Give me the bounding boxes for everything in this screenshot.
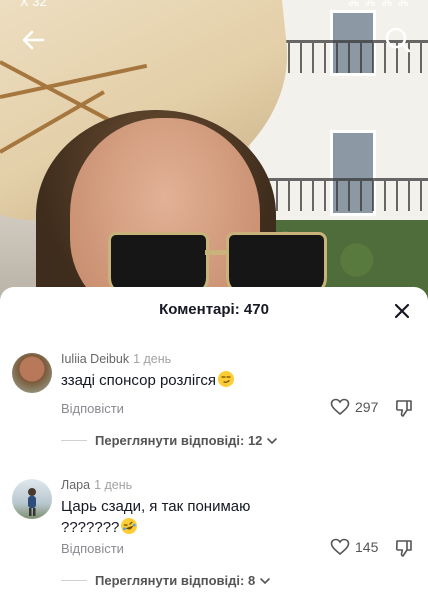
author-name: Лара	[61, 478, 91, 492]
balcony-railing	[252, 178, 428, 211]
view-replies-button[interactable]: Переглянути відповіді: 12	[61, 433, 278, 448]
dislike-button[interactable]	[394, 398, 414, 418]
author-name: Iuliia Deibuk	[61, 352, 130, 366]
video-background[interactable]	[0, 0, 428, 300]
heart-icon	[330, 398, 350, 416]
avatar[interactable]	[12, 479, 52, 519]
comments-title: Коментарі: 470	[159, 301, 269, 318]
avatar-figure	[28, 488, 36, 516]
comment-author[interactable]: Iuliia Deibuk 1 день	[61, 352, 171, 366]
divider	[61, 440, 87, 441]
comment-author[interactable]: Лара 1 день	[61, 478, 132, 492]
avatar[interactable]	[12, 353, 52, 393]
back-button[interactable]	[18, 24, 50, 56]
comment-text-line-2: ???????	[61, 515, 361, 538]
thumbs-down-icon	[395, 540, 412, 557]
view-replies-label: Переглянути відповіді: 12	[95, 433, 263, 448]
comments-sheet: Коментарі: 470 Iuliia Deibuk 1 день ззаді…	[0, 287, 428, 609]
like-button[interactable]: 297	[330, 398, 378, 416]
like-count: 145	[355, 539, 379, 555]
search-icon	[385, 27, 411, 53]
comment-date: 1 день	[133, 352, 172, 366]
thumbs-down-icon	[395, 400, 412, 417]
heart-icon	[330, 538, 350, 556]
chevron-down-icon	[260, 577, 270, 584]
close-button[interactable]	[392, 301, 412, 321]
like-button[interactable]: 145	[330, 538, 378, 556]
comment-text-line: Царь сзади, я так понимаю	[61, 498, 251, 515]
arrow-left-icon	[22, 30, 45, 50]
view-replies-label: Переглянути відповіді: 8	[95, 573, 256, 588]
status-time: Х 32	[20, 0, 47, 9]
comment-date: 1 день	[94, 478, 133, 492]
dislike-button[interactable]	[394, 538, 414, 558]
comment-text: Царь сзади, я так понимаю ???????	[61, 496, 361, 538]
comment-text-content: ???????	[61, 519, 120, 536]
divider	[61, 580, 87, 581]
sunglasses-bridge	[205, 250, 227, 255]
like-count: 297	[355, 399, 379, 415]
reply-button[interactable]: Відповісти	[61, 401, 124, 416]
close-icon	[394, 303, 410, 319]
comment-text: ззаді спонсор розлігся	[61, 370, 361, 391]
rofl-emoji-icon	[119, 515, 140, 537]
reply-button[interactable]: Відповісти	[61, 541, 124, 556]
smirk-emoji-icon	[218, 371, 235, 387]
search-button[interactable]	[382, 24, 414, 56]
chevron-down-icon	[267, 437, 278, 444]
status-indicators: ⌘ ⌘ ⌘ ⌘	[347, 0, 410, 9]
view-replies-button[interactable]: Переглянути відповіді: 8	[61, 573, 271, 588]
comment-text-content: ззаді спонсор розлігся	[61, 372, 217, 389]
